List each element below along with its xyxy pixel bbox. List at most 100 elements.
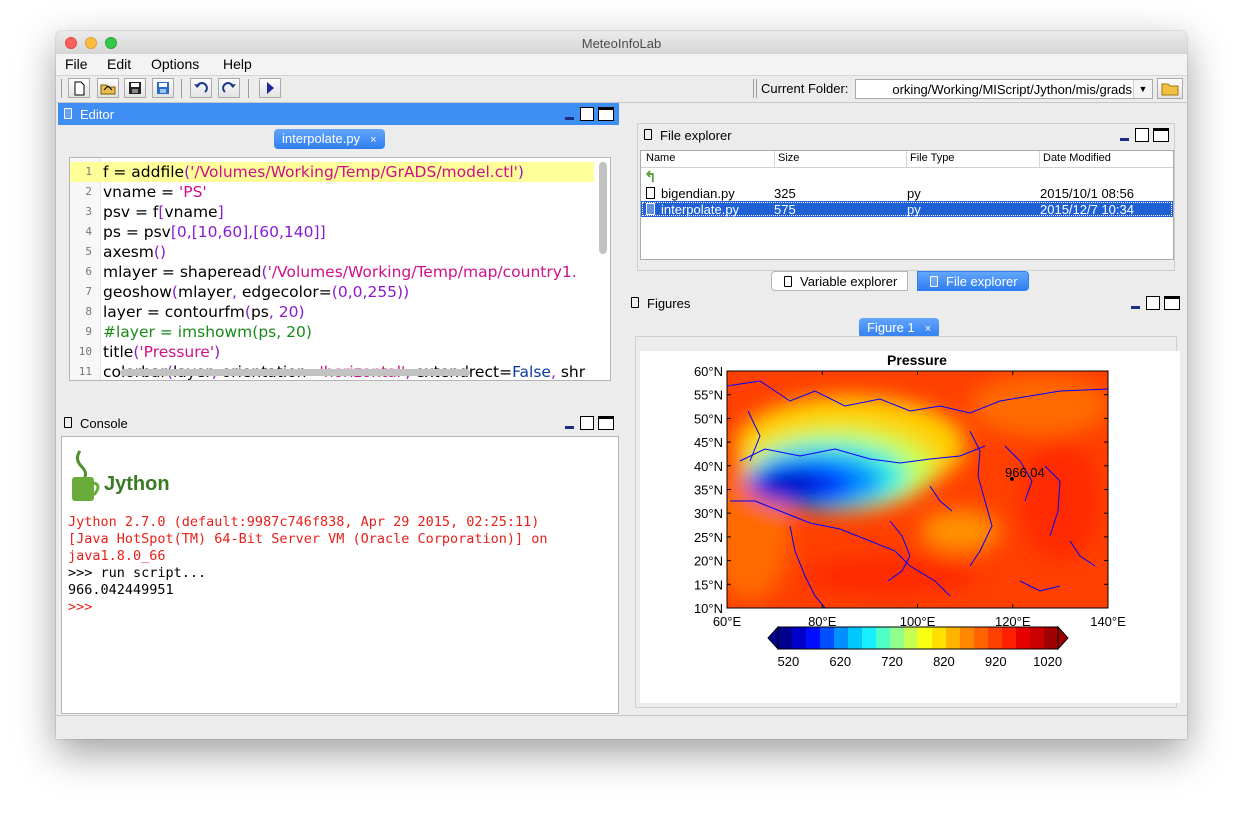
menu-options[interactable]: Options — [151, 56, 199, 72]
code-line[interactable]: 8 layer = contourfm(ps, 20) — [70, 302, 594, 322]
map-plot: 966.04 — [727, 371, 1108, 608]
code-text: f = addfile('/Volumes/Working/Temp/GrADS… — [103, 163, 524, 181]
code-line[interactable]: 3 psv = f[vname] — [70, 202, 594, 222]
minimize-icon[interactable] — [1131, 306, 1140, 309]
float-icon[interactable] — [1146, 296, 1160, 310]
console-line: [Java HotSpot(TM) 64-Bit Server VM (Orac… — [68, 531, 548, 547]
line-number: 6 — [85, 265, 92, 278]
float-icon[interactable] — [580, 107, 594, 121]
tab-file-explorer[interactable]: File explorer — [917, 271, 1029, 291]
code-line[interactable]: 9 #layer = imshowm(ps, 20) — [70, 322, 594, 342]
tab-close-icon[interactable]: × — [925, 323, 931, 335]
file-explorer-header: File explorer — [638, 124, 1174, 146]
column-name[interactable]: Name — [646, 152, 675, 164]
new-file-button[interactable] — [68, 78, 90, 98]
code-line[interactable]: 5 axesm() — [70, 242, 594, 262]
maximize-icon[interactable] — [598, 416, 614, 430]
column-divider[interactable] — [1039, 151, 1040, 167]
float-icon[interactable] — [580, 416, 594, 430]
file-row-interpolate[interactable]: interpolate.py 575 py 2015/12/7 10:34 — [641, 201, 1173, 217]
colorbar-segment — [820, 627, 835, 649]
maximize-icon[interactable] — [1164, 296, 1180, 310]
horizontal-scrollbar[interactable] — [120, 369, 470, 376]
column-size[interactable]: Size — [778, 152, 799, 164]
menu-edit[interactable]: Edit — [107, 56, 131, 72]
dropdown-arrow-icon[interactable]: ▼ — [1133, 80, 1152, 98]
colorbar: 520 620 720 820 920 1020 — [767, 625, 1069, 669]
code-line[interactable]: 1 f = addfile('/Volumes/Working/Temp/GrAD… — [70, 162, 594, 182]
maximize-icon[interactable] — [1153, 128, 1169, 142]
colorbar-segment — [1044, 627, 1059, 649]
chart-title: Pressure — [887, 352, 947, 368]
redo-icon — [222, 82, 236, 93]
document-icon — [644, 129, 652, 140]
line-number: 1 — [85, 165, 92, 178]
console-output[interactable]: Jython Jython 2.7.0 (default:9987c746f83… — [61, 436, 619, 714]
y-tick-label: 30°N — [694, 506, 723, 521]
file-name: bigendian.py — [661, 186, 735, 201]
column-divider[interactable] — [774, 151, 775, 167]
tab-close-icon[interactable]: × — [370, 134, 376, 146]
line-number: 9 — [85, 325, 92, 338]
parent-folder-icon[interactable]: ↰ — [644, 168, 657, 186]
file-size: 325 — [774, 186, 796, 201]
new-file-icon — [74, 81, 85, 96]
code-text: title('Pressure') — [103, 343, 221, 361]
maximize-icon[interactable] — [598, 107, 614, 121]
file-name: interpolate.py — [661, 202, 740, 217]
jython-logo-text: Jython — [104, 473, 170, 495]
jython-cup-icon — [72, 450, 100, 501]
line-number: 2 — [85, 185, 92, 198]
console-panel: Console Jython Jython 2.7.0 (default:998… — [58, 412, 619, 715]
menu-file[interactable]: File — [65, 56, 88, 72]
document-icon — [64, 417, 72, 428]
current-folder-path: orking/Working/MIScript/Jython/mis/grads — [892, 82, 1132, 97]
console-line: Jython 2.7.0 (default:9987c746f838, Apr … — [68, 514, 540, 530]
current-folder-combobox[interactable]: orking/Working/MIScript/Jython/mis/grads… — [855, 79, 1153, 99]
file-table[interactable]: Name Size File Type Date Modified ↰ bige… — [640, 150, 1174, 260]
file-row-bigendian[interactable]: bigendian.py 325 py 2015/10/1 08:56 — [641, 185, 1173, 201]
panel-controls — [565, 415, 614, 431]
y-tick-label: 55°N — [694, 388, 723, 403]
run-script-button[interactable] — [259, 78, 281, 98]
line-number: 4 — [85, 225, 92, 238]
colorbar-segment — [1002, 627, 1017, 649]
tab-interpolate-py[interactable]: interpolate.py × — [274, 129, 385, 149]
minimize-icon[interactable] — [565, 117, 574, 120]
code-line[interactable]: 2 vname = 'PS' — [70, 182, 594, 202]
tab-label: File explorer — [946, 274, 1018, 289]
y-tick-label: 45°N — [694, 435, 723, 450]
colorbar-max-extend — [1057, 625, 1069, 651]
y-tick-label: 25°N — [694, 530, 723, 545]
minimize-icon[interactable] — [565, 426, 574, 429]
file-date: 2015/10/1 08:56 — [1040, 186, 1134, 201]
colorbar-segment — [806, 627, 821, 649]
minimize-icon[interactable] — [1120, 138, 1129, 141]
open-file-button[interactable] — [97, 78, 119, 98]
undo-button[interactable] — [190, 78, 212, 98]
line-number: 8 — [85, 305, 92, 318]
code-line[interactable]: 10 title('Pressure') — [70, 342, 594, 362]
column-divider[interactable] — [906, 151, 907, 167]
code-line[interactable]: 7 geoshow(mlayer, edgecolor=(0,0,255)) — [70, 282, 594, 302]
browse-folder-button[interactable] — [1157, 78, 1183, 99]
code-line[interactable]: 4 ps = psv[0,[10,60],[60,140]] — [70, 222, 594, 242]
save-as-button[interactable] — [152, 78, 174, 98]
code-text: psv = f[vname] — [103, 203, 224, 221]
vertical-scrollbar[interactable] — [599, 162, 607, 254]
code-text: vname = 'PS' — [103, 183, 207, 201]
y-tick-label: 50°N — [694, 411, 723, 426]
colorbar-segment — [876, 627, 891, 649]
colorbar-tick-label: 520 — [778, 654, 800, 669]
menu-help[interactable]: Help — [223, 56, 252, 72]
code-line[interactable]: 6 mlayer = shaperead('/Volumes/Working/Te… — [70, 262, 594, 282]
column-file-type[interactable]: File Type — [910, 152, 954, 164]
save-button[interactable] — [124, 78, 146, 98]
figure-canvas[interactable]: Pressure 966.04 10°N 15°N 20°N 25°N 30°N… — [640, 351, 1180, 703]
code-editor[interactable]: 1 f = addfile('/Volumes/Working/Temp/GrAD… — [69, 157, 611, 381]
column-date-modified[interactable]: Date Modified — [1043, 152, 1111, 164]
tab-figure-1[interactable]: Figure 1 × — [859, 318, 940, 338]
float-icon[interactable] — [1135, 128, 1149, 142]
redo-button[interactable] — [218, 78, 240, 98]
tab-variable-explorer[interactable]: Variable explorer — [771, 271, 909, 291]
